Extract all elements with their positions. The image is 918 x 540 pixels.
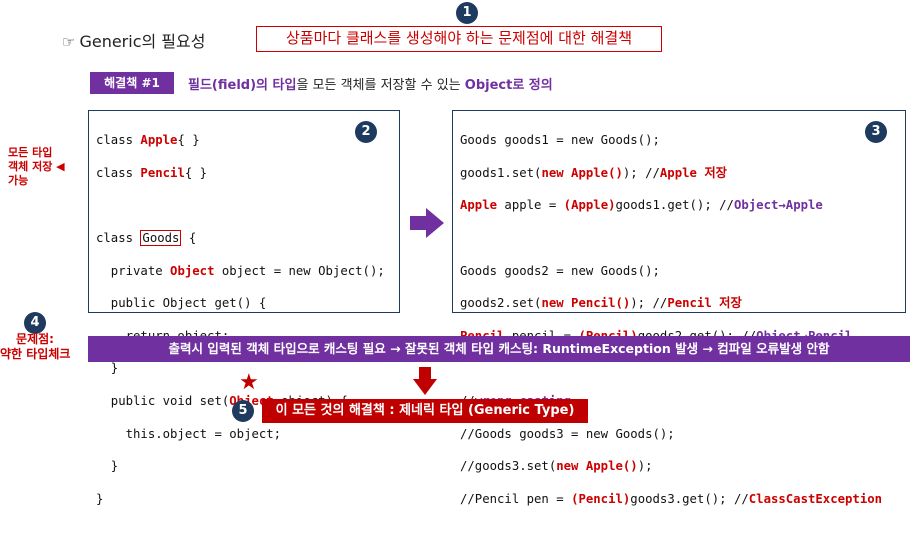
code-line: goods1.set(new Apple()); //Apple 저장	[460, 165, 727, 180]
step-5-badge: 5	[232, 400, 254, 422]
arrow-right-icon	[410, 208, 444, 238]
page-title: ☞ Generic의 필요성	[62, 28, 205, 52]
code-line: //Goods goods3 = new Goods();	[460, 426, 675, 441]
arrow-down-icon	[413, 367, 437, 395]
code-line: private Object object = new Object();	[96, 263, 385, 278]
side-note-line: 가능	[8, 174, 29, 187]
right-code: Goods goods1 = new Goods(); goods1.set(n…	[460, 116, 882, 540]
solution-text-object: Object로 정의	[464, 78, 553, 93]
code-line: }	[96, 491, 104, 506]
pointing-hand-icon: ☞	[62, 33, 76, 51]
solution-text-middle: 을 모든 객체를 저장할 수 있는	[296, 78, 465, 93]
problem-label-line: 문제점:	[16, 332, 54, 346]
code-line: Goods goods2 = new Goods();	[460, 263, 660, 278]
code-line: }	[96, 459, 119, 474]
code-line: Goods goods1 = new Goods();	[460, 133, 660, 148]
goods-class-highlight: Goods	[140, 230, 182, 247]
step-1-badge: 1	[456, 2, 478, 24]
solution-text: 필드(field)의 타입을 모든 객체를 저장할 수 있는 Object로 정…	[188, 74, 553, 93]
answer-banner: 이 모든 것의 해결책 : 제네릭 타입 (Generic Type)	[262, 399, 588, 423]
code-line: //Pencil pen = (Pencil)goods3.get(); //C…	[460, 491, 883, 506]
problem-statement: 상품마다 클래스를 생성해야 하는 문제점에 대한 해결책	[256, 26, 662, 52]
code-line: Apple apple = (Apple)goods1.get(); //Obj…	[460, 198, 823, 213]
code-line: class Apple{ }	[96, 133, 200, 148]
code-line: goods2.set(new Pencil()); //Pencil 저장	[460, 296, 742, 311]
code-line: class Goods {	[96, 230, 197, 247]
code-line: class Pencil{ }	[96, 165, 208, 180]
left-code: class Apple{ } class Pencil{ } class Goo…	[96, 116, 385, 540]
step-4-badge: 4	[24, 312, 46, 334]
arrow-left-icon: ◀	[56, 160, 65, 173]
code-line: public Object get() {	[96, 296, 267, 311]
side-note-line: 객체 저장 ◀	[8, 160, 65, 173]
right-code-box: 3 Goods goods1 = new Goods(); goods1.set…	[452, 110, 906, 506]
star-icon: ★	[239, 370, 259, 395]
side-note: 모든 타입 객체 저장 ◀ 가능	[8, 146, 65, 188]
problem-label-line: 약한 타입체크	[0, 347, 71, 361]
code-line: this.object = object;	[96, 426, 282, 441]
side-note-line: 모든 타입	[8, 146, 53, 159]
solution-label: 해결책 #1	[90, 72, 174, 94]
solution-text-field-type: 필드(field)의 타입	[188, 78, 297, 93]
left-code-box: 2 class Apple{ } class Pencil{ } class G…	[88, 110, 400, 506]
code-line: //goods3.set(new Apple());	[460, 459, 653, 474]
problem-description-bar: 출력시 입력된 객체 타입으로 캐스팅 필요 → 잘못된 객체 타입 캐스팅: …	[88, 336, 910, 362]
problem-label: 문제점: 약한 타입체크	[0, 332, 70, 362]
title-text: Generic의 필요성	[79, 32, 206, 51]
